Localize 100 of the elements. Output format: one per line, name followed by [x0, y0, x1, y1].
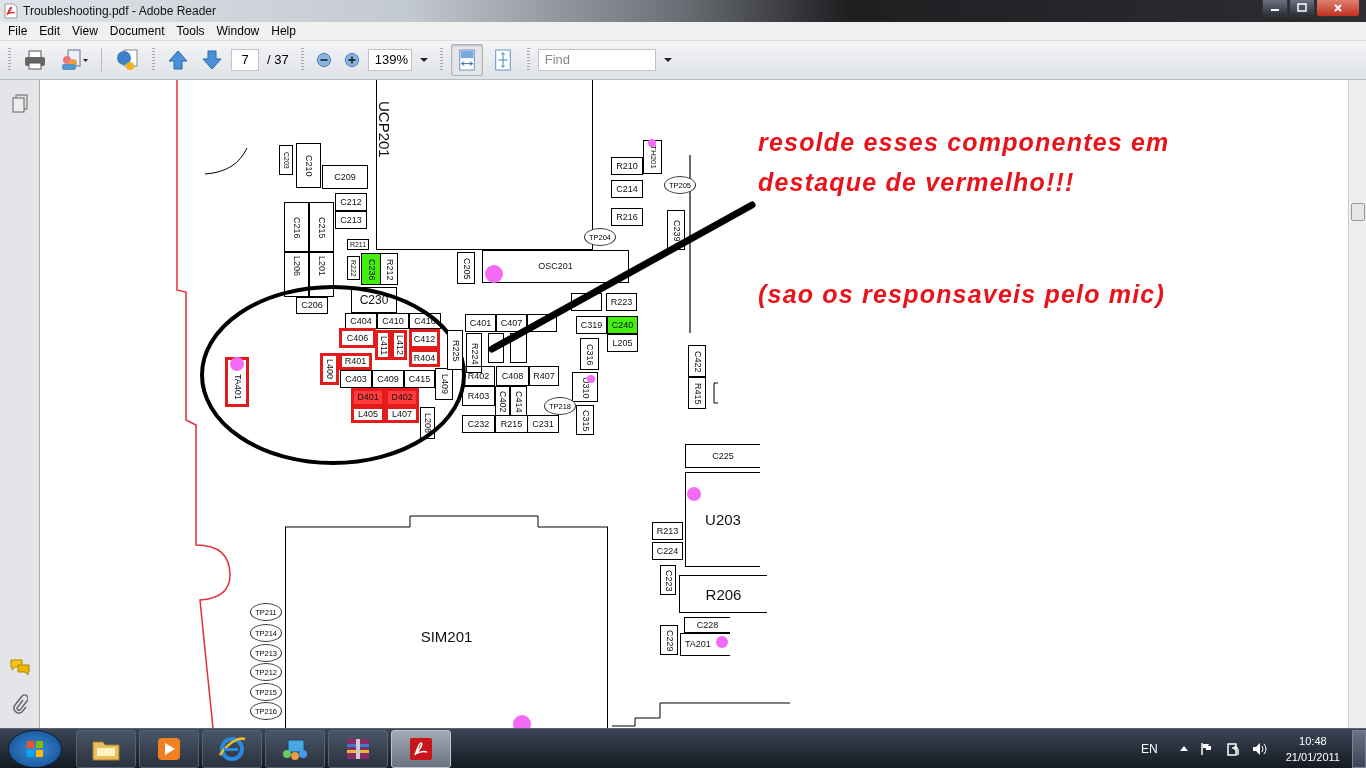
- window-title: Troubleshooting.pdf - Adobe Reader: [23, 3, 217, 18]
- component-box: C406: [339, 328, 376, 349]
- component-box: C409: [372, 370, 404, 389]
- component-box: C415: [404, 370, 435, 389]
- arc-line: [204, 147, 248, 175]
- component-box: C228: [684, 617, 730, 634]
- component-box: R407: [529, 366, 559, 387]
- component-box: R415: [688, 377, 706, 410]
- component-box: TH201: [643, 140, 662, 175]
- component-box: R215: [495, 415, 528, 434]
- component-box: C401: [465, 314, 496, 333]
- component-box: R210: [611, 157, 643, 176]
- marker-dot: [716, 636, 728, 649]
- component-box: C236: [361, 253, 381, 286]
- component-box: C232: [462, 415, 495, 434]
- scroll-thumb[interactable]: [1351, 203, 1365, 222]
- component-box: C315: [576, 405, 594, 436]
- component-box: C422: [688, 345, 706, 378]
- flag-icon[interactable]: [1199, 741, 1214, 756]
- menu-item[interactable]: Edit: [33, 23, 67, 38]
- play-icon: [156, 735, 182, 762]
- component-box: L405: [351, 406, 385, 424]
- pages-icon[interactable]: [10, 94, 29, 115]
- folder-taskbar-button[interactable]: [76, 729, 136, 768]
- component-box: C223: [660, 565, 676, 596]
- component-box: L206: [284, 252, 309, 298]
- pdf-taskbar-button[interactable]: [391, 729, 451, 768]
- menu-item[interactable]: Tools: [170, 23, 211, 38]
- component-box: C205: [457, 252, 475, 285]
- marker-dot: [687, 487, 701, 502]
- component-box: R213: [652, 522, 683, 541]
- speaker-icon[interactable]: [1251, 741, 1268, 756]
- pdf-icon: [408, 735, 434, 762]
- component-box: L407: [385, 406, 419, 424]
- component-box: C206: [296, 297, 328, 315]
- annotation-text: (sao os responsaveis pelo mic): [758, 279, 1165, 311]
- language-indicator[interactable]: EN: [1141, 741, 1158, 756]
- close-button[interactable]: [1316, 0, 1360, 17]
- page-number-field[interactable]: 7: [231, 49, 259, 71]
- menu-item[interactable]: Help: [265, 23, 302, 38]
- component-box: L208: [420, 407, 435, 440]
- component-box: C316: [580, 338, 599, 371]
- show-hidden-icons-icon[interactable]: [1179, 746, 1188, 752]
- component-box: L400: [320, 353, 339, 386]
- bracket-line: [713, 382, 719, 404]
- component-box: C230: [351, 287, 397, 314]
- menu-item[interactable]: View: [66, 23, 104, 38]
- component-box: C225: [685, 444, 760, 469]
- component-box: R216: [611, 208, 643, 227]
- component-box: L205: [607, 334, 638, 353]
- menu-item[interactable]: Document: [103, 23, 171, 38]
- fit-width-icon: [456, 49, 477, 71]
- zoom-field[interactable]: 139%: [367, 49, 412, 71]
- menu-item[interactable]: Window: [210, 23, 266, 38]
- component-box: C319: [576, 316, 607, 335]
- page-total: / 37: [267, 52, 289, 68]
- pdf-file-icon: [4, 2, 18, 19]
- component-box: C402: [495, 386, 510, 417]
- clock[interactable]: 10:48 21/01/2011: [1285, 732, 1340, 765]
- component-box: R223: [606, 293, 637, 312]
- marker-dot: [230, 357, 244, 372]
- component-box: R402: [462, 366, 495, 387]
- component-box: C240: [607, 316, 638, 335]
- component-box: L412: [391, 330, 407, 361]
- browser-icon: [218, 734, 246, 763]
- component-box: C224: [652, 542, 683, 561]
- component-outline: [571, 293, 602, 312]
- minimize-button[interactable]: [1262, 0, 1288, 17]
- component-box: C410: [377, 313, 409, 330]
- caret-icon[interactable]: [663, 58, 672, 62]
- component-box: C216: [284, 202, 309, 253]
- media-taskbar-button[interactable]: [139, 729, 199, 768]
- browser-taskbar-button[interactable]: [202, 729, 262, 768]
- component-box: C408: [496, 366, 529, 387]
- start-button[interactable]: [8, 729, 62, 768]
- power-plug-icon[interactable]: [1225, 740, 1240, 757]
- component-box: C407: [496, 314, 527, 333]
- network-taskbar-button[interactable]: [265, 729, 325, 768]
- archive-taskbar-button[interactable]: [328, 729, 388, 768]
- component-box: OSC201: [482, 250, 629, 284]
- paperclip-icon[interactable]: [11, 694, 28, 717]
- annotation-text: resolde esses componentes em destaque de vermelho!!!: [758, 127, 1171, 199]
- component-box: C214: [611, 180, 643, 199]
- menu-item[interactable]: File: [2, 23, 34, 38]
- component-box: R404: [409, 349, 440, 368]
- component-box: C229: [660, 625, 678, 656]
- component-box: C210: [296, 143, 321, 189]
- component-box: C231: [527, 415, 559, 434]
- fit-width-button[interactable]: [450, 44, 483, 76]
- show-desktop-button[interactable]: [1352, 729, 1366, 768]
- marker-dot: [485, 265, 503, 284]
- close-icon: [1333, 3, 1343, 13]
- maximize-button[interactable]: [1289, 0, 1315, 17]
- find-field[interactable]: Find: [537, 49, 656, 71]
- component-box: C213: [335, 211, 367, 230]
- caret-icon[interactable]: [419, 58, 428, 62]
- component-box: U310: [572, 372, 598, 403]
- vertical-scrollbar[interactable]: [1348, 80, 1366, 729]
- component-box: C209: [322, 165, 368, 190]
- windows-logo-icon: [25, 738, 45, 759]
